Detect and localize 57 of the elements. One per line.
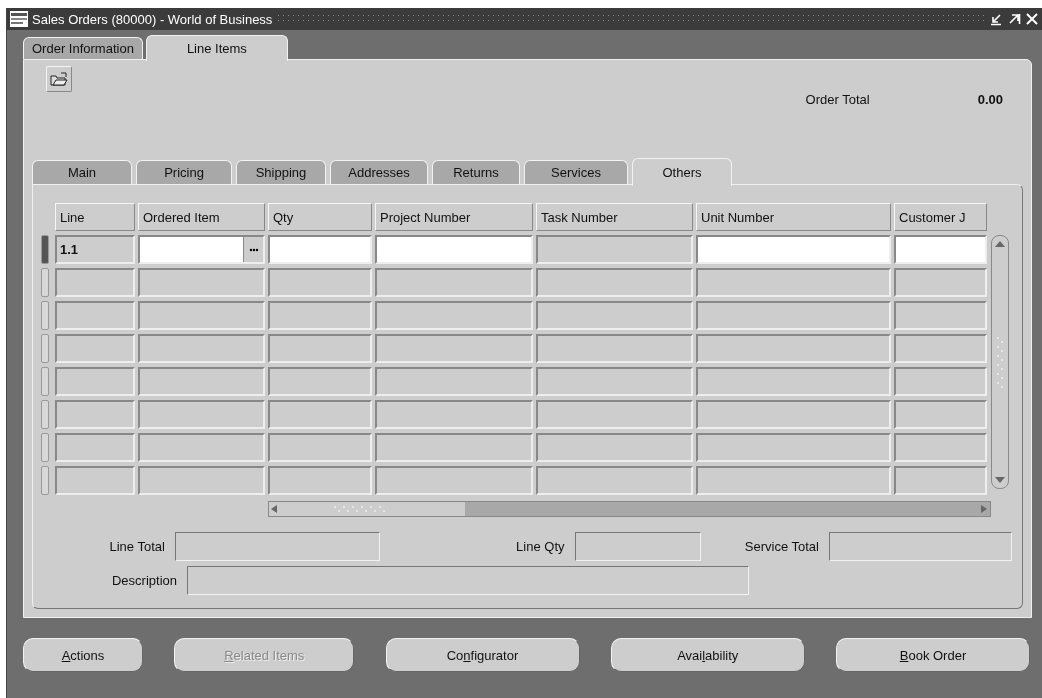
row-indicator[interactable] <box>41 400 49 429</box>
field-label: Line Qty <box>515 538 566 554</box>
action-button[interactable]: Configurator <box>385 638 580 672</box>
row-indicator[interactable] <box>41 268 49 297</box>
tab[interactable]: Order Information <box>23 37 143 59</box>
action-button[interactable]: Actions <box>23 638 143 672</box>
input-field[interactable] <box>696 235 891 264</box>
input-field[interactable] <box>894 235 987 264</box>
tab[interactable]: Line Items <box>145 35 288 61</box>
open-folder-button[interactable] <box>46 66 72 92</box>
row-indicator[interactable] <box>41 235 49 264</box>
row-indicator[interactable] <box>41 334 49 363</box>
column-header: Task Number <box>536 203 693 231</box>
ellipsis-icon <box>248 247 259 252</box>
vertical-scrollbar[interactable] <box>991 235 1009 489</box>
minimize-icon[interactable] <box>989 12 1003 26</box>
grip-icon <box>996 334 1004 390</box>
input-field[interactable] <box>574 531 701 561</box>
column-header: Customer J <box>894 203 987 231</box>
window-title: Sales Orders (80000) - World of Business <box>32 11 273 27</box>
input-field[interactable] <box>138 235 265 264</box>
column-header: Project Number <box>375 203 533 231</box>
tab[interactable]: Pricing <box>136 160 232 184</box>
tab[interactable]: Addresses <box>330 160 428 184</box>
scroll-down-icon[interactable] <box>994 475 1006 485</box>
input-field[interactable] <box>375 235 533 264</box>
horizontal-scrollbar[interactable] <box>268 501 991 517</box>
column-header: Unit Number <box>696 203 891 231</box>
order-total-value: 0.00 <box>977 92 1003 107</box>
column-header: Ordered Item <box>138 203 265 231</box>
row-indicator[interactable] <box>41 367 49 396</box>
input-field[interactable] <box>829 531 1012 561</box>
close-icon[interactable] <box>1025 12 1039 26</box>
tab[interactable]: Main <box>32 160 132 184</box>
row-indicator[interactable] <box>41 433 49 462</box>
column-header: Qty <box>268 203 372 231</box>
field-label: Description <box>110 572 178 588</box>
folder-icon <box>50 71 68 87</box>
maximize-icon[interactable] <box>1007 12 1021 26</box>
column-header: Line <box>55 203 135 231</box>
input-field[interactable] <box>174 531 381 561</box>
input-field[interactable] <box>187 565 749 595</box>
row-indicator[interactable] <box>41 466 49 495</box>
tab[interactable]: Returns <box>432 160 520 184</box>
row-indicator[interactable] <box>41 301 49 330</box>
tab[interactable]: Others <box>632 158 732 186</box>
app-logo-icon <box>10 11 28 27</box>
scroll-up-icon[interactable] <box>994 239 1006 249</box>
table-cell: 1.1 <box>55 235 135 264</box>
action-button[interactable]: Book Order <box>836 638 1030 672</box>
order-total-label: Order Total <box>805 92 870 107</box>
field-label: Line Total <box>108 538 166 554</box>
tab[interactable]: Shipping <box>236 160 326 184</box>
tab[interactable]: Services <box>524 160 628 184</box>
action-button[interactable]: Availability <box>610 638 805 672</box>
field-label: Service Total <box>743 538 820 554</box>
input-field[interactable] <box>268 235 372 264</box>
